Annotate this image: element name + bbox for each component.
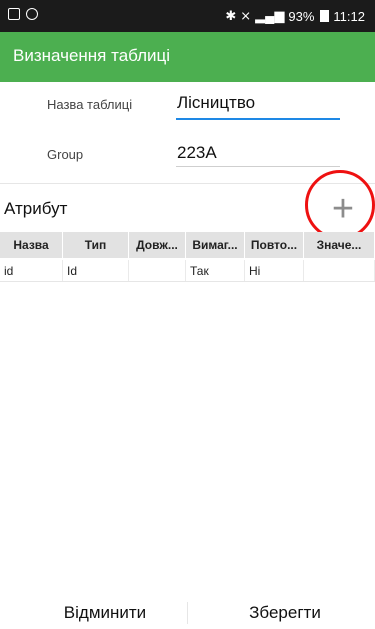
table-name-field[interactable]: Лісництво bbox=[177, 93, 255, 113]
plus-icon: + bbox=[331, 188, 355, 230]
wifi-icon bbox=[26, 8, 38, 20]
status-bar: ✱ ⨯ ▂▄▆ 93% 11:12 bbox=[0, 0, 375, 32]
group-label: Group bbox=[47, 147, 84, 162]
status-right: ✱ ⨯ ▂▄▆ 93% 11:12 bbox=[225, 8, 365, 24]
column-header-name[interactable]: Назва bbox=[0, 232, 63, 258]
attributes-title: Атрибут bbox=[4, 199, 68, 218]
column-header-value[interactable]: Значе... bbox=[304, 232, 375, 258]
cell-length bbox=[129, 260, 186, 281]
group-underline bbox=[176, 166, 340, 167]
cell-type: Id bbox=[63, 260, 129, 281]
save-button[interactable]: Зберегти bbox=[210, 596, 360, 629]
group-field[interactable]: 223А bbox=[177, 143, 217, 163]
cancel-button[interactable]: Відминити bbox=[30, 596, 180, 629]
notification-icon bbox=[8, 8, 20, 20]
page-title: Визначення таблиці bbox=[13, 46, 171, 65]
column-header-repeat[interactable]: Повто... bbox=[245, 232, 304, 258]
status-notifications bbox=[8, 8, 38, 20]
column-header-type[interactable]: Тип bbox=[63, 232, 129, 258]
column-header-length[interactable]: Довж... bbox=[129, 232, 186, 258]
mute-icon: ⨯ bbox=[240, 8, 252, 23]
attributes-table-header: Назва Тип Довж... Вимаг... Повто... Знач… bbox=[0, 232, 375, 258]
bluetooth-icon: ✱ bbox=[225, 8, 237, 23]
column-header-required[interactable]: Вимаг... bbox=[186, 232, 245, 258]
clock: 11:12 bbox=[333, 8, 365, 24]
cell-repeat: Ні bbox=[245, 260, 304, 281]
battery-percent: 93% bbox=[288, 8, 315, 24]
button-separator bbox=[187, 602, 188, 624]
cell-value bbox=[304, 260, 375, 281]
cell-name: id bbox=[0, 260, 63, 281]
table-name-label: Назва таблиці bbox=[47, 97, 133, 112]
signal-icon: ▂▄▆ bbox=[255, 8, 285, 23]
bottom-action-bar: Відминити Зберегти bbox=[0, 596, 375, 629]
add-attribute-button[interactable]: + bbox=[322, 188, 364, 230]
table-name-underline bbox=[176, 118, 340, 120]
cell-required: Так bbox=[186, 260, 245, 281]
app-bar: Визначення таблиці bbox=[0, 32, 375, 82]
table-row[interactable]: id Id Так Ні bbox=[0, 260, 375, 282]
screen: ✱ ⨯ ▂▄▆ 93% 11:12 Визначення таблиці Наз… bbox=[0, 0, 375, 629]
battery-icon bbox=[320, 10, 330, 22]
